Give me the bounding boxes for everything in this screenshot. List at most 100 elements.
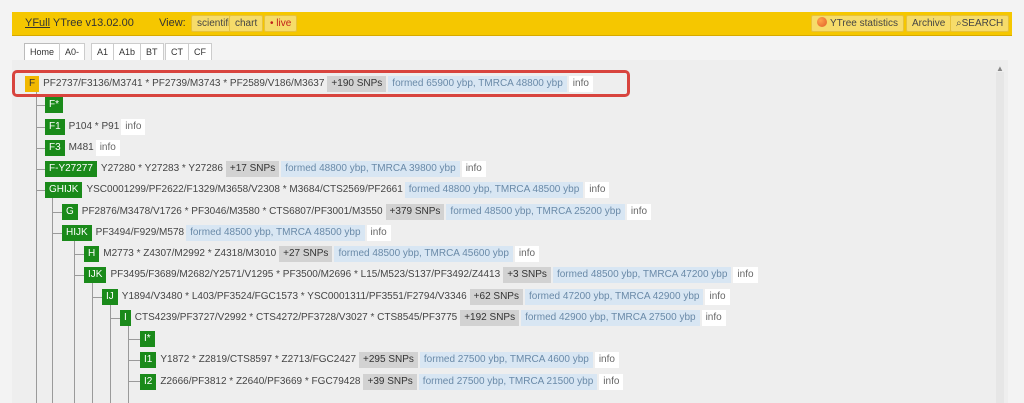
archive-button[interactable]: Archive — [906, 15, 952, 32]
ytree-statistics-button[interactable]: YTree statistics — [811, 15, 904, 32]
tree-branch — [52, 212, 62, 213]
snp-count: +62 SNPs — [469, 289, 523, 305]
tree-node-f3[interactable]: F3 M481 info — [45, 140, 120, 156]
info-link[interactable]: info — [626, 204, 652, 220]
tab-bt[interactable]: BT — [140, 43, 164, 60]
tree-node-f1[interactable]: F1 P104 * P91 info — [45, 119, 146, 135]
tab-a1[interactable]: A1 — [91, 43, 115, 60]
node-snps: CTS4239/PF3727/V2992 * CTS4272/PF3728/V3… — [134, 312, 458, 323]
snp-count: +3 SNPs — [503, 267, 551, 283]
info-link[interactable]: info — [461, 161, 486, 177]
node-snps: M481 — [68, 142, 94, 153]
node-badge[interactable]: I* — [140, 331, 155, 347]
tab-cf[interactable]: CF — [188, 43, 212, 60]
tree-node-i1[interactable]: I1 Y1872 * Z2819/CTS8597 * Z2713/FGC2427 +… — [140, 352, 619, 368]
formed-tmrca: formed 47200 ybp, TMRCA 42900 ybp — [524, 289, 704, 305]
node-snps: YSC0001299/PF2622/F1329/M3658/V2308 * M3… — [86, 184, 403, 195]
node-badge[interactable]: F-Y27277 — [45, 161, 97, 177]
root-highlight-box — [12, 70, 630, 97]
tree-node-ijk[interactable]: IJK PF3495/F3689/M2682/Y2571/V1295 * PF35… — [84, 267, 758, 283]
tree-line-i — [128, 325, 129, 403]
formed-tmrca: formed 27500 ybp, TMRCA 21500 ybp — [418, 374, 598, 390]
node-badge[interactable]: IJK — [84, 267, 107, 283]
tree-branch — [52, 233, 62, 234]
node-badge[interactable]: I — [120, 310, 131, 326]
info-link[interactable]: info — [585, 182, 610, 198]
view-label: View: — [159, 17, 186, 29]
node-snps: Y1872 * Z2819/CTS8597 * Z2713/FGC2427 — [160, 354, 357, 365]
scrollbar[interactable] — [996, 72, 1004, 403]
tree-node-hijk[interactable]: HIJK PF3494/F929/M578 formed 48500 ybp, TM… — [62, 225, 391, 241]
search-button[interactable]: ⌕SEARCH — [950, 15, 1010, 32]
tree-node-ij[interactable]: IJ Y1894/V3480 * L403/PF3524/FGC1573 * YS… — [102, 289, 730, 305]
info-link[interactable]: info — [95, 140, 120, 156]
formed-tmrca: formed 48800 ybp, TMRCA 48500 ybp — [404, 182, 584, 198]
node-badge[interactable]: GHIJK — [45, 182, 83, 198]
tree-node-i-star[interactable]: I* — [140, 331, 159, 347]
tab-home[interactable]: Home — [24, 43, 61, 60]
snp-count: +192 SNPs — [460, 310, 520, 326]
node-snps: Y1894/V3480 * L403/PF3524/FGC1573 * YSC0… — [121, 291, 467, 302]
tree-node-i[interactable]: I CTS4239/PF3727/V2992 * CTS4272/PF3728/V… — [120, 310, 726, 326]
tree-branch — [74, 254, 84, 255]
node-badge[interactable]: G — [62, 204, 78, 220]
formed-tmrca: formed 27500 ybp, TMRCA 4600 ybp — [419, 352, 593, 368]
node-snps: PF3494/F929/M578 — [95, 227, 185, 238]
top-bar: YFull YTree v13.02.00 View: scientific c… — [12, 12, 1012, 36]
node-badge[interactable]: HIJK — [62, 225, 92, 241]
formed-tmrca: formed 48500 ybp, TMRCA 48500 ybp — [186, 225, 365, 241]
formed-tmrca: formed 48500 ybp, TMRCA 25200 ybp — [446, 204, 625, 220]
brand-version: YTree v13.02.00 — [50, 17, 134, 29]
tree-branch — [128, 360, 140, 361]
node-badge[interactable]: F1 — [45, 119, 65, 135]
tree-node-f-star[interactable]: F* — [45, 97, 67, 113]
node-snps: PF2876/M3478/V1726 * PF3046/M3580 * CTS6… — [81, 206, 383, 217]
tree-node-i2[interactable]: I2 Z2666/PF3812 * Z2640/PF3669 * FGC79428… — [140, 374, 624, 390]
snp-count: +27 SNPs — [279, 246, 333, 262]
node-snps: P104 * P91 — [68, 121, 120, 132]
tree-node-g[interactable]: G PF2876/M3478/V1726 * PF3046/M3580 * CTS… — [62, 204, 652, 220]
tree-node-h[interactable]: H M2773 * Z4307/M2992 * Z4318/M3010 +27 SN… — [84, 246, 540, 262]
node-snps: PF3495/F3689/M2682/Y2571/V1295 * PF3500/… — [110, 269, 501, 280]
brand: YFull YTree v13.02.00 — [25, 17, 134, 29]
formed-tmrca: formed 42900 ybp, TMRCA 27500 ybp — [521, 310, 700, 326]
node-badge[interactable]: H — [84, 246, 100, 262]
tab-a0-t[interactable]: A0-T — [59, 43, 86, 73]
info-link[interactable]: info — [121, 119, 146, 135]
tree-line-hijk — [74, 240, 75, 403]
info-link[interactable]: info — [705, 289, 730, 305]
info-link[interactable]: info — [599, 374, 624, 390]
snp-count: +39 SNPs — [363, 374, 417, 390]
info-link[interactable]: info — [733, 267, 758, 283]
node-badge[interactable]: I2 — [140, 374, 157, 390]
node-snps: Y27280 * Y27283 * Y27286 — [100, 163, 223, 174]
statistics-icon — [817, 17, 827, 27]
node-badge[interactable]: F3 — [45, 140, 65, 156]
tree-branch — [128, 339, 140, 340]
tree-node-ghijk[interactable]: GHIJK YSC0001299/PF2622/F1329/M3658/V2308… — [45, 182, 610, 198]
tree-branch — [92, 297, 102, 298]
snp-count: +295 SNPs — [359, 352, 418, 368]
tree-line-f — [36, 92, 37, 403]
tree-node-f-y27277[interactable]: F-Y27277 Y27280 * Y27283 * Y27286 +17 SNPs… — [45, 161, 486, 177]
tab-ct[interactable]: CT — [165, 43, 189, 60]
node-badge[interactable]: I1 — [140, 352, 157, 368]
scroll-up-icon[interactable]: ▲ — [994, 64, 1006, 78]
view-chart-button[interactable]: chart — [229, 15, 264, 32]
formed-tmrca: formed 48500 ybp, TMRCA 45600 ybp — [334, 246, 513, 262]
node-badge[interactable]: IJ — [102, 289, 118, 305]
tree-branch — [74, 275, 84, 276]
info-link[interactable]: info — [366, 225, 391, 241]
info-link[interactable]: info — [514, 246, 540, 262]
tab-a1b[interactable]: A1b — [113, 43, 142, 60]
formed-tmrca: formed 48500 ybp, TMRCA 47200 ybp — [552, 267, 732, 283]
info-link[interactable]: info — [594, 352, 619, 368]
yfull-link[interactable]: YFull — [25, 17, 50, 29]
info-link[interactable]: info — [701, 310, 726, 326]
ytree-statistics-label: YTree statistics — [830, 18, 898, 29]
node-badge[interactable]: F* — [45, 97, 63, 113]
view-live-button[interactable]: • live — [264, 15, 298, 32]
tree-branch — [110, 318, 120, 319]
node-snps: Z2666/PF3812 * Z2640/PF3669 * FGC79428 — [160, 376, 361, 387]
tree-line-ghijk — [52, 198, 53, 403]
